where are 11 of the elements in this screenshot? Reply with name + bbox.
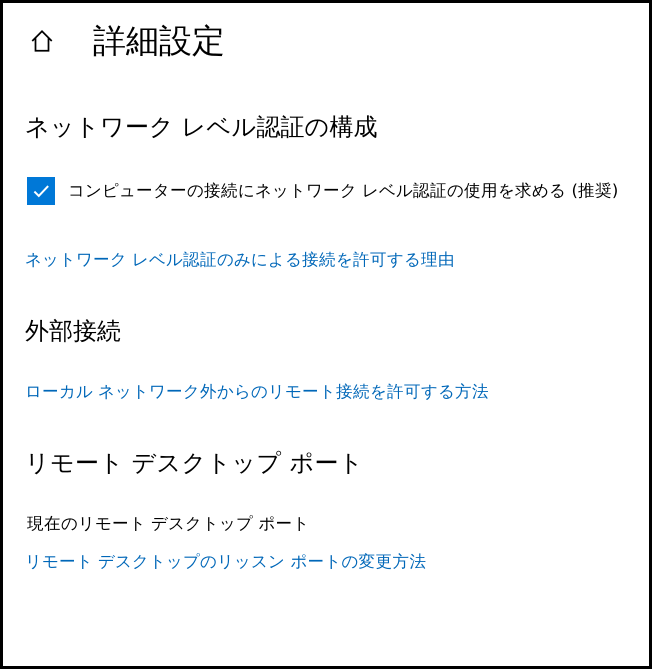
checkbox-label: コンピューターの接続にネットワーク レベル認証の使用を求める (推奨) — [68, 180, 618, 202]
section-heading: 外部接続 — [25, 316, 122, 347]
help-link[interactable]: ローカル ネットワーク外からのリモート接続を許可する方法 — [25, 382, 490, 401]
checkbox[interactable] — [27, 177, 55, 205]
section-heading: ネットワーク レベル認証の構成 — [25, 112, 379, 143]
home-icon[interactable] — [29, 28, 55, 54]
help-link[interactable]: ネットワーク レベル認証のみによる接続を許可する理由 — [25, 250, 456, 269]
help-link[interactable]: リモート デスクトップのリッスン ポートの変更方法 — [25, 552, 426, 571]
page-title: 詳細設定 — [93, 20, 225, 62]
section-heading: リモート デスクトップ ポート — [25, 448, 364, 479]
port-label: 現在のリモート デスクトップ ポート — [27, 514, 310, 533]
